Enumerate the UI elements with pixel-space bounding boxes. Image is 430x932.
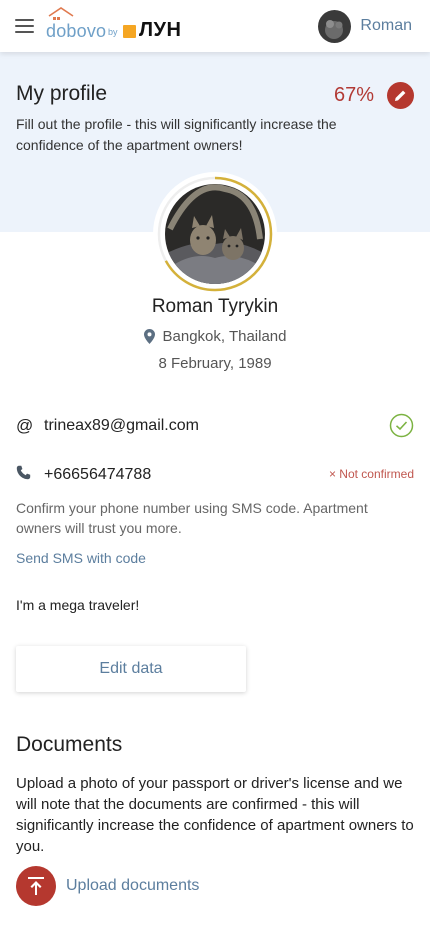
upload-arrow-icon [28, 877, 44, 895]
about-text: I'm a mega traveler! [16, 597, 140, 613]
profile-birth-date: 8 February, 1989 [158, 355, 272, 372]
documents-description: Upload a photo of your passport or drive… [16, 775, 414, 855]
phone-text: +66656474788 [44, 466, 152, 483]
upload-documents-button[interactable] [16, 866, 56, 906]
profile-avatar[interactable] [153, 172, 277, 296]
profile-subtitle: Fill out the profile - this will signifi… [16, 116, 337, 153]
email-text: trineax89@gmail.com [44, 417, 199, 434]
profile-completion: 67% [333, 84, 374, 106]
partner-logo-text: ЛУН [139, 19, 182, 41]
edit-profile-button[interactable] [387, 82, 414, 109]
check-circle-icon [389, 413, 414, 438]
phone-status-badge: × Not confirmed [328, 467, 414, 481]
pencil-icon [395, 90, 406, 101]
logo-text: dobovo [46, 21, 107, 41]
upload-documents-link[interactable]: Upload documents [66, 877, 199, 895]
send-sms-link[interactable]: Send SMS with code [16, 550, 146, 566]
phone-row: +66656474788 × Not confirmed [16, 464, 414, 486]
map-pin-icon [143, 329, 155, 344]
profile-full-name: Roman Tyrykin [151, 296, 279, 317]
user-name: Roman [360, 17, 412, 34]
location-text: Bangkok, Thailand [162, 328, 287, 345]
email-row: @ trineax89@gmail.com [16, 413, 414, 438]
user-avatar [318, 9, 352, 43]
edit-data-button[interactable]: Edit data [16, 646, 246, 692]
lun-square-icon [123, 25, 136, 38]
avatar-photo [165, 184, 265, 284]
hamburger-menu-icon[interactable] [15, 17, 35, 33]
documents-title: Documents [16, 733, 123, 756]
dobovo-logo[interactable]: dobovo by ЛУН [46, 6, 186, 46]
page-title: My profile [16, 82, 108, 105]
top-bar: dobovo by ЛУН Roman [0, 0, 430, 52]
user-menu[interactable]: Roman [318, 9, 412, 43]
profile-location: Bangkok, Thailand [0, 328, 430, 345]
logo-by-text: by [108, 27, 118, 37]
phone-help-text: Confirm your phone number using SMS code… [16, 500, 368, 536]
phone-icon [16, 465, 44, 485]
email-icon: @ [16, 416, 34, 435]
